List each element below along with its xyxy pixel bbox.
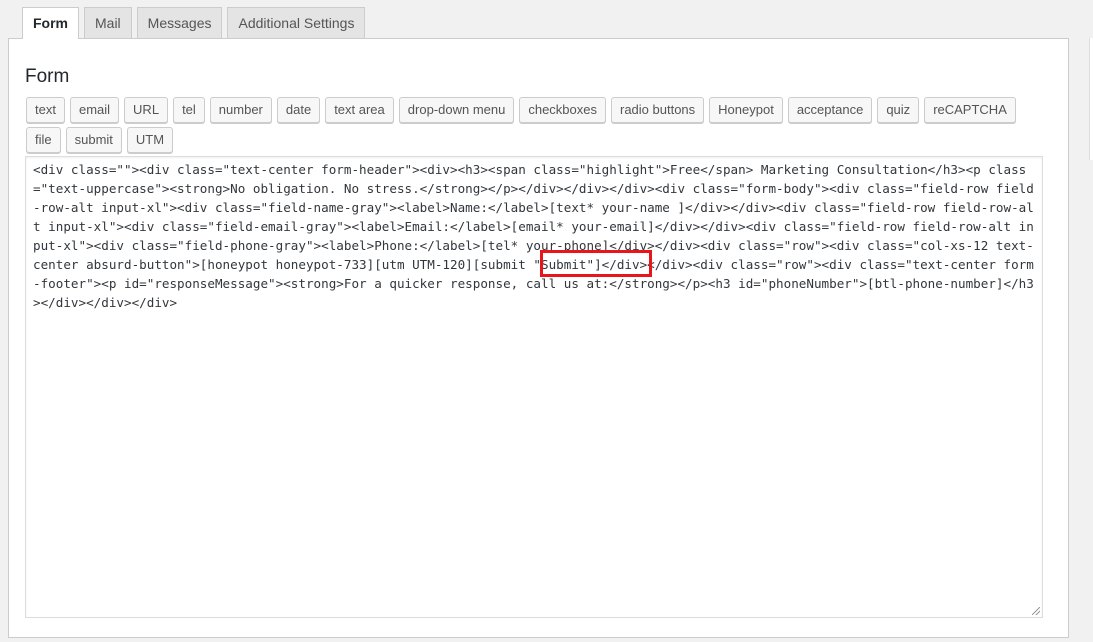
tag-button-recaptcha[interactable]: reCAPTCHA (924, 97, 1016, 123)
tag-button-honeypot[interactable]: Honeypot (709, 97, 783, 123)
tag-button-dropdown-menu[interactable]: drop-down menu (398, 97, 515, 123)
form-panel: Form text email URL tel number date text… (8, 38, 1069, 638)
tag-button-submit[interactable]: submit (65, 127, 122, 153)
tag-button-number[interactable]: number (209, 97, 272, 123)
panel-title: Form (25, 66, 70, 87)
tag-generator-buttons: text email URL tel number date text area… (26, 97, 1036, 153)
tag-button-textarea[interactable]: text area (325, 97, 394, 123)
tag-button-checkboxes[interactable]: checkboxes (519, 97, 606, 123)
tag-button-radio-buttons[interactable]: radio buttons (611, 97, 705, 123)
tag-button-url[interactable]: URL (124, 97, 169, 123)
editor-resize-handle[interactable] (1032, 607, 1040, 615)
tag-button-text[interactable]: text (26, 97, 65, 123)
tag-button-date[interactable]: date (276, 97, 321, 123)
tab-mail[interactable]: Mail (84, 7, 132, 38)
tag-button-tel[interactable]: tel (173, 97, 205, 123)
tag-button-file[interactable]: file (26, 127, 61, 153)
side-panel-edge (1089, 38, 1093, 160)
tag-button-quiz[interactable]: quiz (877, 97, 920, 123)
tag-button-acceptance[interactable]: acceptance (787, 97, 873, 123)
form-template-editor[interactable]: <div class=""><div class="text-center fo… (25, 156, 1043, 618)
tab-messages[interactable]: Messages (136, 7, 223, 38)
tag-button-email[interactable]: email (69, 97, 120, 123)
tab-additional-settings[interactable]: Additional Settings (227, 7, 366, 38)
tab-bar: Form Mail Messages Additional Settings (22, 7, 366, 39)
tab-form[interactable]: Form (22, 7, 79, 39)
tag-button-utm[interactable]: UTM (126, 127, 174, 153)
